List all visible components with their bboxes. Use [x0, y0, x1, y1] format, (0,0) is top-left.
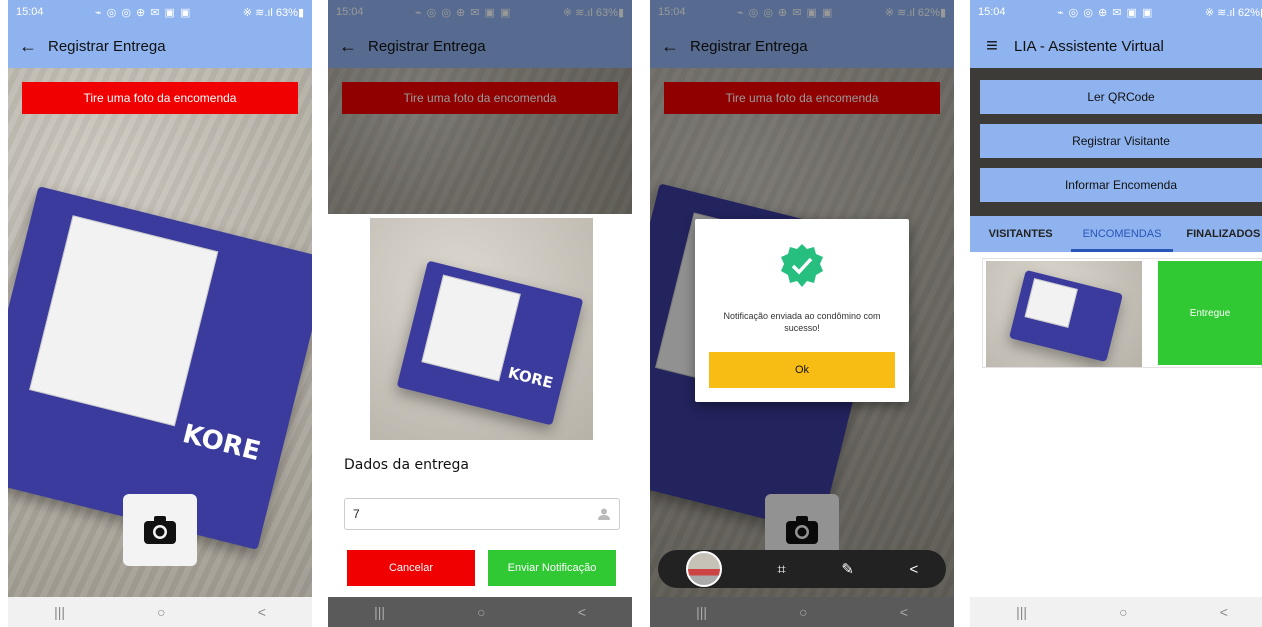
page-title: Registrar Entrega [690, 37, 808, 55]
tab-finalizados[interactable]: FINALIZADOS [1173, 216, 1262, 252]
back-button[interactable]: < [578, 604, 586, 620]
app-bar: ≡ LIA - Assistente Virtual [970, 24, 1262, 68]
status-bar: 15:04 ⌁ ◎ ◎ ⊕ ✉ ▣ ▣ ※ ≋.ıl 63%▮ [8, 0, 312, 24]
status-time: 15:04 [658, 6, 686, 18]
home-button[interactable]: ○ [799, 604, 807, 620]
photo-prompt-banner: Tire uma foto da encomenda [664, 82, 940, 114]
status-time: 15:04 [978, 6, 1006, 18]
status-time: 15:04 [336, 6, 364, 18]
tab-visitantes[interactable]: VISITANTES [970, 216, 1071, 252]
tab-bar: VISITANTES ENCOMENDAS FINALIZADOS [970, 216, 1262, 252]
recents-button[interactable]: ||| [696, 604, 707, 620]
status-battery: ※ ≋.ıl 63%▮ [562, 6, 624, 19]
camera-icon [144, 516, 176, 544]
system-nav-bar: ||| ○ < [328, 597, 632, 627]
status-battery: ※ ≋.ıl 63%▮ [242, 6, 304, 19]
action-menu: Ler QRCode Registrar Visitante Informar … [970, 68, 1262, 216]
status-notification-icons: ⌁ ◎ ◎ ⊕ ✉ ▣ ▣ [414, 6, 512, 19]
unit-input-value: 7 [353, 507, 360, 521]
delivered-button[interactable]: Entregue [1158, 261, 1262, 365]
person-icon [598, 508, 610, 520]
section-title: Dados da entrega [344, 457, 469, 473]
system-nav-bar: ||| ○ < [8, 597, 312, 627]
edit-pen-icon[interactable]: ✎ [841, 560, 854, 578]
back-button[interactable]: < [258, 604, 266, 620]
cancel-button[interactable]: Cancelar [347, 550, 475, 586]
status-bar: 15:04 ⌁ ◎ ◎ ⊕ ✉ ▣ ▣ ※ ≋.ıl 62%▮ [650, 0, 954, 24]
app-bar: ← Registrar Entrega [8, 24, 312, 68]
back-arrow-icon[interactable]: ← [650, 36, 690, 57]
home-button[interactable]: ○ [157, 604, 165, 620]
system-nav-bar: ||| ○ < [650, 597, 954, 627]
take-photo-button[interactable] [123, 494, 197, 566]
page-title: Registrar Entrega [368, 37, 486, 55]
screen-delivery-form: 15:04 ⌁ ◎ ◎ ⊕ ✉ ▣ ▣ ※ ≋.ıl 63%▮ ← Regist… [328, 0, 632, 627]
status-battery: ※ ≋.ıl 62%▮ [1204, 6, 1262, 19]
app-bar: ← Registrar Entrega [650, 24, 954, 68]
back-arrow-icon[interactable]: ← [8, 36, 48, 57]
back-button[interactable]: < [1220, 604, 1228, 620]
status-battery: ※ ≋.ıl 62%▮ [884, 6, 946, 19]
photo-prompt-banner: Tire uma foto da encomenda [342, 82, 618, 114]
report-package-button[interactable]: Informar Encomenda [980, 168, 1262, 202]
dialog-message: Notificação enviada ao condômino com suc… [723, 311, 881, 333]
page-title: Registrar Entrega [48, 37, 166, 55]
photo-toolbar: ⌗ ✎ < [658, 550, 946, 588]
unit-input[interactable]: 7 [344, 498, 620, 530]
system-nav-bar: ||| ○ < [970, 597, 1262, 627]
send-notification-button[interactable]: Enviar Notificação [488, 550, 616, 586]
status-notification-icons: ⌁ ◎ ◎ ⊕ ✉ ▣ ▣ [736, 6, 834, 19]
screen-register-photo: 15:04 ⌁ ◎ ◎ ⊕ ✉ ▣ ▣ ※ ≋.ıl 63%▮ ← Regist… [8, 0, 312, 627]
register-visitor-button[interactable]: Registrar Visitante [980, 124, 1262, 158]
read-qrcode-button[interactable]: Ler QRCode [980, 80, 1262, 114]
status-bar: 15:04 ⌁ ◎ ◎ ⊕ ✉ ▣ ▣ ※ ≋.ıl 63%▮ [328, 0, 632, 24]
tab-encomendas[interactable]: ENCOMENDAS [1071, 216, 1173, 252]
home-button[interactable]: ○ [477, 604, 485, 620]
app-bar: ← Registrar Entrega [328, 24, 632, 68]
check-badge-icon [781, 244, 823, 287]
package-photo: KORE [370, 218, 593, 440]
package-thumbnail [986, 261, 1142, 367]
page-title: LIA - Assistente Virtual [1014, 37, 1164, 55]
share-icon[interactable]: < [909, 561, 918, 578]
back-arrow-icon[interactable]: ← [328, 36, 368, 57]
home-button[interactable]: ○ [1119, 604, 1127, 620]
ok-button[interactable]: Ok [709, 352, 895, 388]
photo-thumbnail[interactable] [685, 551, 722, 587]
recents-button[interactable]: ||| [54, 604, 65, 620]
hamburger-menu-icon[interactable]: ≡ [970, 35, 1014, 58]
back-button[interactable]: < [900, 604, 908, 620]
success-dialog: Notificação enviada ao condômino com suc… [695, 219, 909, 402]
status-notification-icons: ⌁ ◎ ◎ ⊕ ✉ ▣ ▣ [1056, 6, 1154, 19]
recents-button[interactable]: ||| [374, 604, 385, 620]
status-notification-icons: ⌁ ◎ ◎ ⊕ ✉ ▣ ▣ [94, 6, 192, 19]
screen-home: 15:04 ⌁ ◎ ◎ ⊕ ✉ ▣ ▣ ※ ≋.ıl 62%▮ ≡ LIA - … [970, 0, 1262, 627]
status-bar: 15:04 ⌁ ◎ ◎ ⊕ ✉ ▣ ▣ ※ ≋.ıl 62%▮ [970, 0, 1262, 24]
box-brand: KORE [179, 418, 264, 468]
status-time: 15:04 [16, 6, 44, 18]
recents-button[interactable]: ||| [1016, 604, 1027, 620]
photo-prompt-banner: Tire uma foto da encomenda [22, 82, 298, 114]
crop-icon[interactable]: ⌗ [777, 561, 785, 578]
screen-notification-sent: 15:04 ⌁ ◎ ◎ ⊕ ✉ ▣ ▣ ※ ≋.ıl 62%▮ ← Regist… [650, 0, 954, 627]
camera-icon [786, 516, 818, 544]
